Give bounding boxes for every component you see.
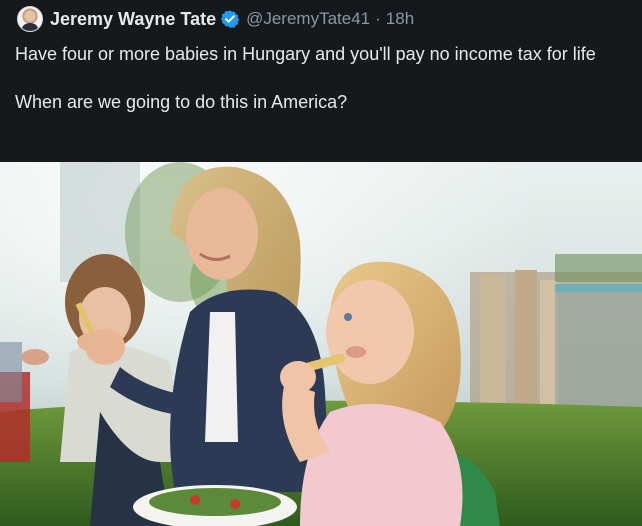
verified-badge-icon — [220, 9, 240, 29]
tweet-card[interactable]: Jeremy Wayne Tate @JeremyTate41 · 18h Ha… — [0, 0, 642, 526]
tweet-timestamp[interactable]: 18h — [386, 9, 414, 29]
author-handle[interactable]: @JeremyTate41 — [246, 9, 370, 29]
author-name[interactable]: Jeremy Wayne Tate — [50, 9, 216, 30]
tweet-text: Have four or more babies in Hungary and … — [15, 44, 596, 112]
author-avatar[interactable] — [17, 6, 43, 32]
tweet-header: Jeremy Wayne Tate @JeremyTate41 · 18h Ha… — [0, 0, 642, 162]
meta-separator: · — [375, 9, 381, 28]
author-row: Jeremy Wayne Tate @JeremyTate41 · 18h — [50, 7, 414, 31]
tweet-photo[interactable] — [0, 162, 642, 526]
